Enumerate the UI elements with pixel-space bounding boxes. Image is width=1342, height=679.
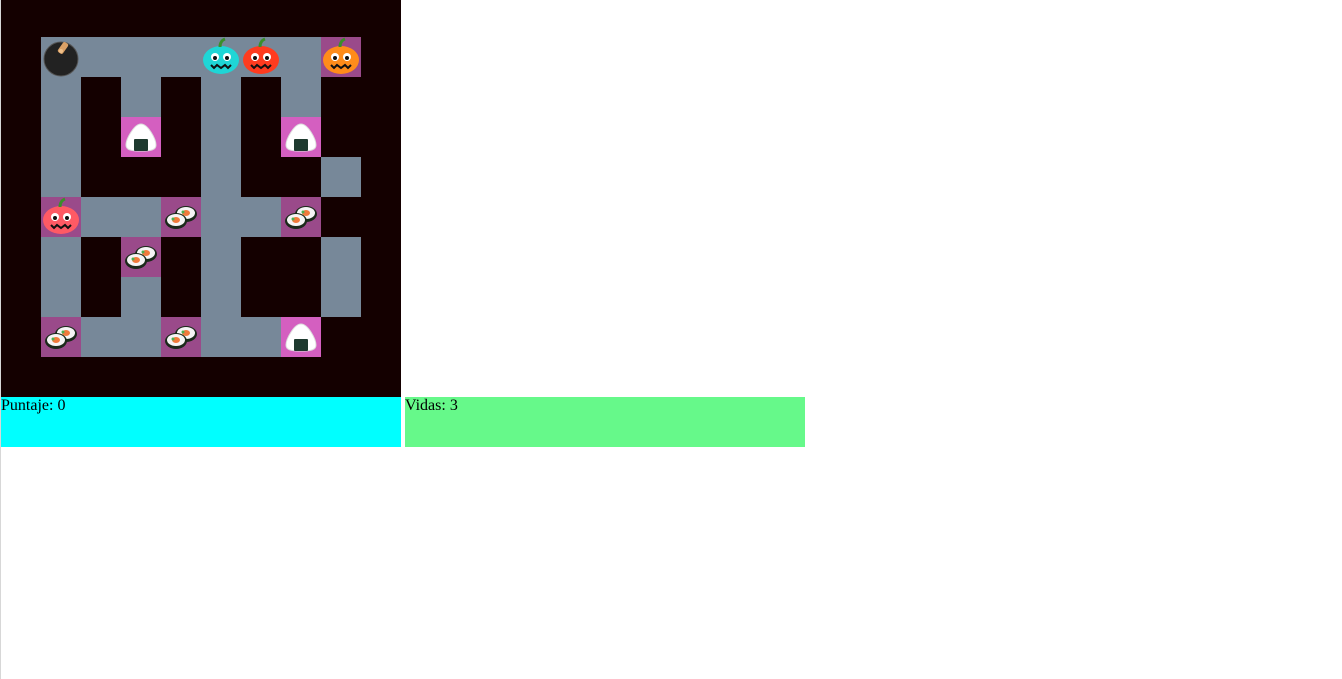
maze-path-cell: [81, 317, 121, 357]
onigiri-icon: [125, 123, 157, 152]
sushi-icon: [165, 206, 197, 229]
sushi-icon: [125, 246, 157, 269]
ghost-pink: [41, 197, 81, 237]
maze-path-cell: [321, 277, 361, 317]
maze-path-cell: [81, 197, 121, 237]
lives-value: 3: [449, 397, 458, 414]
maze-path-cell: [121, 277, 161, 317]
maze-path-cell: [121, 197, 161, 237]
maze-path-cell: [41, 237, 81, 277]
score-label: Puntaje:: [1, 397, 54, 414]
pumpkin-ghost-icon: [203, 37, 239, 74]
maze-path-cell: [321, 157, 361, 197]
pumpkin-ghost-icon: [323, 37, 359, 74]
pumpkin-ghost-icon: [43, 197, 79, 234]
onigiri-item: [281, 317, 321, 357]
maze-path-cell: [41, 157, 81, 197]
maze-path-cell: [201, 77, 241, 117]
bomb-icon: [43, 41, 79, 77]
sushi-item: [41, 317, 81, 357]
ghost-cyan: [201, 37, 241, 77]
sushi-item: [161, 317, 201, 357]
maze-path-cell: [121, 317, 161, 357]
maze-path-cell: [241, 197, 281, 237]
maze-path-cell: [161, 37, 201, 77]
score-value: 0: [57, 397, 66, 414]
maze-path-cell: [201, 277, 241, 317]
maze-path-cell: [201, 157, 241, 197]
lives-panel: Vidas: 3: [405, 397, 805, 447]
sushi-item: [121, 237, 161, 277]
maze-path-cell: [41, 117, 81, 157]
player-bomb: [41, 37, 81, 77]
maze-path-cell: [81, 37, 121, 77]
score-panel: Puntaje: 0: [1, 397, 401, 447]
sushi-item: [161, 197, 201, 237]
maze-path-cell: [281, 37, 321, 77]
lives-label: Vidas:: [405, 397, 446, 414]
maze-path-cell: [201, 197, 241, 237]
sushi-item: [281, 197, 321, 237]
onigiri-icon: [285, 323, 317, 352]
pumpkin-ghost-icon: [243, 37, 279, 74]
maze-path-cell: [201, 117, 241, 157]
maze-path-cell: [281, 77, 321, 117]
maze-path-cell: [321, 237, 361, 277]
onigiri-item: [121, 117, 161, 157]
maze-path-cell: [201, 317, 241, 357]
sushi-icon: [285, 206, 317, 229]
maze-path-cell: [241, 317, 281, 357]
onigiri-icon: [285, 123, 317, 152]
ghost-red: [241, 37, 281, 77]
sushi-icon: [45, 326, 77, 349]
onigiri-item: [281, 117, 321, 157]
ghost-orange: [321, 37, 361, 77]
maze-path-cell: [41, 277, 81, 317]
maze-path-cell: [121, 77, 161, 117]
game-board[interactable]: [1, 0, 401, 397]
maze-path-cell: [121, 37, 161, 77]
sushi-icon: [165, 326, 197, 349]
maze-path-cell: [201, 237, 241, 277]
maze-path-cell: [41, 77, 81, 117]
